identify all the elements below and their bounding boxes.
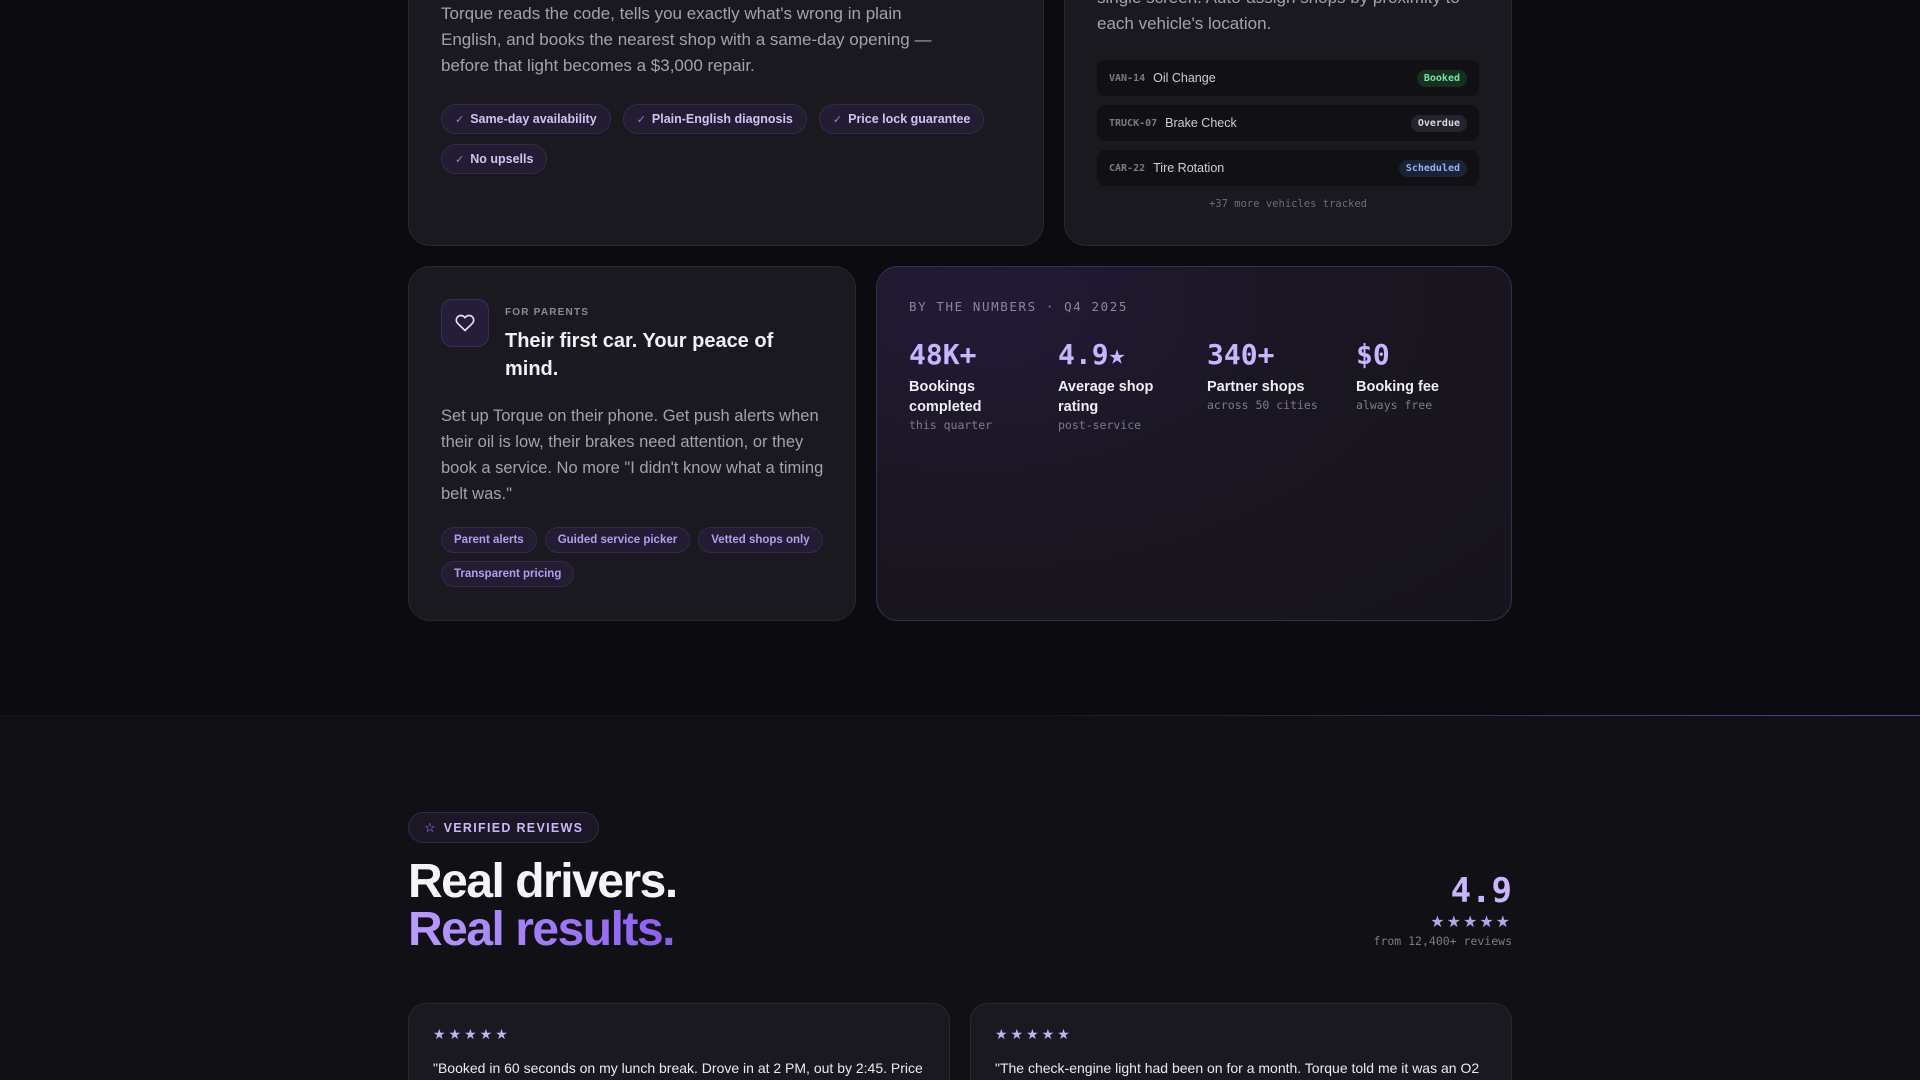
stat-sub: across 50 cities <box>1207 398 1318 412</box>
check-icon: ✓ <box>455 113 465 126</box>
review-text: "The check-engine light had been on for … <box>995 1060 1480 1076</box>
stat-booking-fee: $0 Booking fee always free <box>1356 337 1505 432</box>
check-icon: ✓ <box>832 113 843 126</box>
fleet-row: TRUCK-07 Brake Check Overdue <box>1097 105 1479 141</box>
fleet-feature-card: single screen. Auto-assign shops by prox… <box>1064 0 1512 246</box>
parents-eyebrow: FOR PARENTS <box>505 307 590 318</box>
stat-sub: post-service <box>1058 418 1142 432</box>
feature-chip: Guided service picker <box>544 527 691 553</box>
pill-label: VERIFIED REVIEWS <box>443 820 584 835</box>
review-card: ★★★★★ "Booked in 60 seconds on my lunch … <box>408 1003 950 1080</box>
headline-line-1: Real drivers. <box>408 855 678 908</box>
feature-chip: Transparent pricing <box>441 561 575 587</box>
stat-label: Average shop rating <box>1058 379 1154 415</box>
parents-description: Set up Torque on their phone. Get push a… <box>441 407 824 503</box>
star-outline-icon: ☆ <box>424 819 436 835</box>
vehicle-id: TRUCK-07 <box>1109 117 1158 129</box>
vehicle-id: CAR-22 <box>1109 162 1146 174</box>
feature-chip: Vetted shops only <box>698 527 823 553</box>
service-name: Brake Check <box>1165 116 1237 130</box>
headline-line-2: Real results. <box>408 906 677 954</box>
stat-sub: this quarter <box>909 418 993 432</box>
fleet-row: VAN-14 Oil Change Booked <box>1097 60 1479 96</box>
rating-stars-icon: ★★★★★ <box>1430 914 1512 931</box>
stats-row: 48K+ Bookings completed this quarter 4.9… <box>909 337 1505 432</box>
overall-rating: 4.9 ★★★★★ from 12,400+ reviews <box>1374 872 1512 948</box>
check-icon: ✓ <box>636 113 646 126</box>
fleet-more-note: +37 more vehicles tracked <box>1208 198 1368 210</box>
status-badge: Overdue <box>1410 114 1467 132</box>
feature-chip: ✓ Price lock guarantee <box>818 104 985 134</box>
vehicle-id: VAN-14 <box>1109 72 1146 84</box>
driver-card-description: Torque reads the code, tells you exactly… <box>441 4 932 75</box>
stat-label: Bookings completed <box>909 379 982 415</box>
reviews-section-background <box>0 716 1920 1080</box>
stat-sub: always free <box>1356 398 1433 412</box>
feature-chip: ✓ Plain-English diagnosis <box>622 104 807 134</box>
stat-value: 340+ <box>1207 338 1275 371</box>
numbers-eyebrow: BY THE NUMBERS · Q4 2025 <box>909 299 1129 314</box>
parents-feature-chips: Parent alerts Guided service picker Vett… <box>441 527 841 587</box>
driver-feature-chips: ✓ Same-day availability ✓ Plain-English di… <box>441 104 1001 174</box>
driver-feature-card: Torque reads the code, tells you exactly… <box>408 0 1044 246</box>
status-badge: Booked <box>1416 69 1467 87</box>
rating-count: from 12,400+ reviews <box>1373 934 1512 948</box>
reviews-headline: Real drivers. Real results. <box>408 855 678 954</box>
service-name: Tire Rotation <box>1153 161 1225 175</box>
numbers-card: BY THE NUMBERS · Q4 2025 48K+ Bookings c… <box>876 266 1512 621</box>
service-name: Oil Change <box>1153 71 1216 85</box>
status-badge: Scheduled <box>1398 159 1467 177</box>
parents-feature-card: FOR PARENTS Their first car. Your peace … <box>408 266 856 621</box>
rating-value: 4.9 <box>1450 871 1512 911</box>
stat-value: 48K+ <box>909 338 977 371</box>
stat-value: $0 <box>1356 338 1390 371</box>
stat-partner-shops: 340+ Partner shops across 50 cities <box>1207 337 1356 432</box>
fleet-row: CAR-22 Tire Rotation Scheduled <box>1097 150 1479 186</box>
fleet-card-description: single screen. Auto-assign shops by prox… <box>1097 0 1460 33</box>
fleet-vehicle-list: VAN-14 Oil Change Booked TRUCK-07 Brake … <box>1097 60 1479 195</box>
review-stars-icon: ★★★★★ <box>433 1026 511 1042</box>
parents-title: Their first car. Your peace of mind. <box>505 330 774 380</box>
feature-chip: ✓ Same-day availability <box>441 104 611 134</box>
stat-label: Partner shops <box>1207 379 1305 395</box>
stat-bookings: 48K+ Bookings completed this quarter <box>909 337 1058 432</box>
stat-label: Booking fee <box>1356 379 1439 395</box>
heart-icon <box>441 299 489 347</box>
stat-rating: 4.9★ Average shop rating post-service <box>1058 337 1207 432</box>
review-text: "Booked in 60 seconds on my lunch break.… <box>433 1060 923 1076</box>
stat-value: 4.9★ <box>1058 338 1126 371</box>
review-card: ★★★★★ "The check-engine light had been o… <box>970 1003 1512 1080</box>
verified-reviews-pill: ☆ VERIFIED REVIEWS <box>408 812 600 843</box>
feature-chip: ✓ No upsells <box>441 144 548 174</box>
check-icon: ✓ <box>455 153 465 166</box>
feature-chip: Parent alerts <box>441 527 537 553</box>
review-stars-icon: ★★★★★ <box>995 1026 1073 1042</box>
